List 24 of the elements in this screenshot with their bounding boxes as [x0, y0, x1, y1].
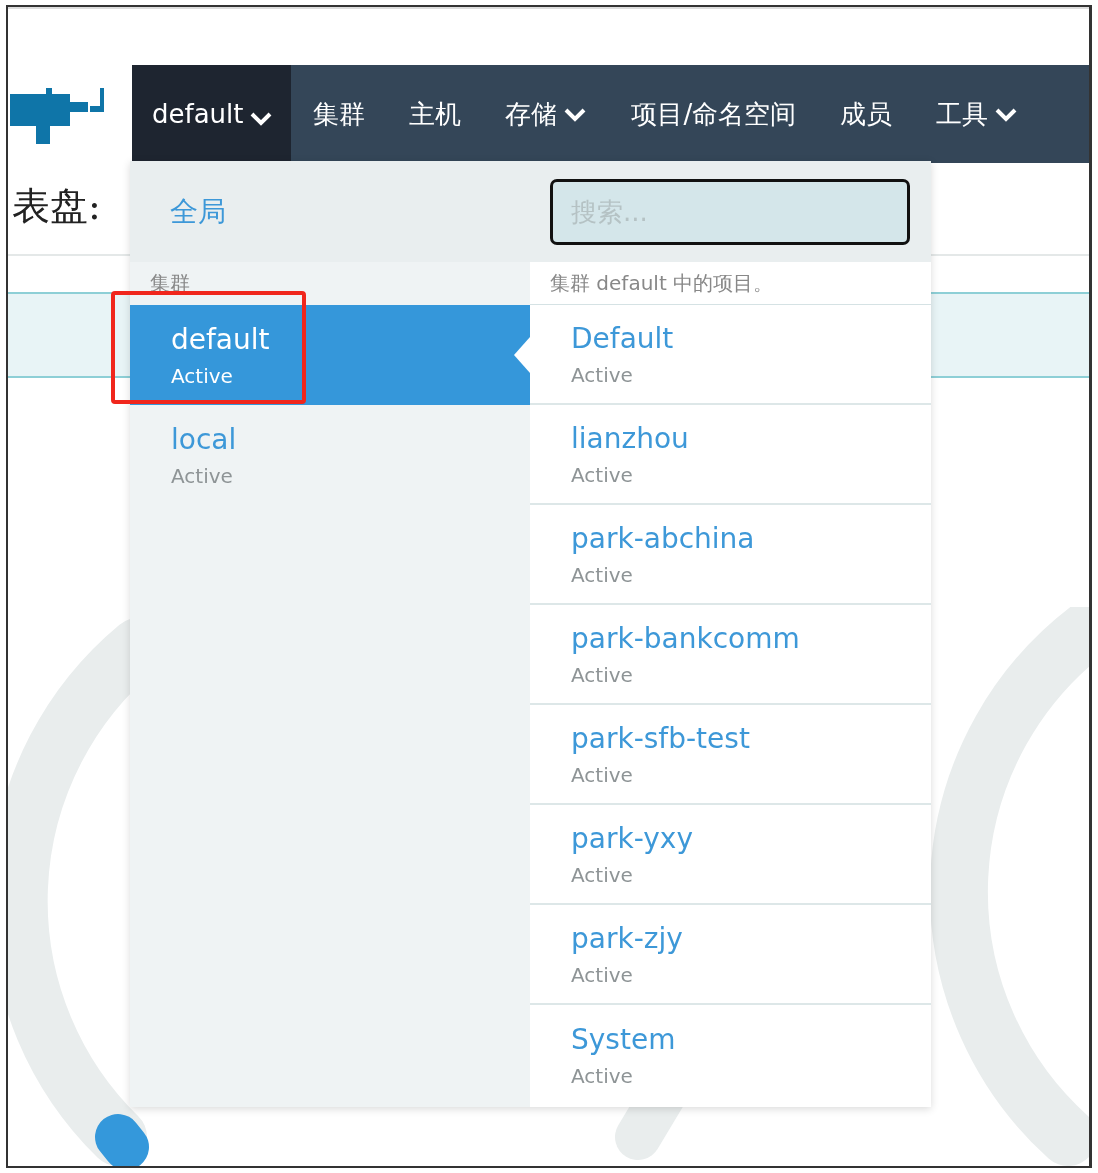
caret-icon	[994, 106, 1019, 122]
cluster-item[interactable]: local Active	[130, 405, 530, 505]
cluster-switcher[interactable]: default	[132, 65, 292, 163]
project-item[interactable]: System Active	[530, 1005, 931, 1105]
project-item[interactable]: Default Active	[530, 305, 931, 405]
caret-icon	[249, 110, 274, 126]
project-item[interactable]: park-yxy Active	[530, 805, 931, 905]
page-heading: 表盘:	[12, 183, 101, 230]
global-link[interactable]: 全局	[130, 192, 226, 231]
nav-item[interactable]: 工具	[914, 65, 1041, 163]
cluster-item[interactable]: default Active	[130, 305, 530, 405]
section-label: 集群 default 中的项目。	[530, 262, 931, 305]
nav-item[interactable]: 项目/命名空间	[609, 65, 819, 163]
nav-item[interactable]: 集群	[291, 65, 388, 163]
nav-item[interactable]: 存储	[483, 65, 610, 163]
project-item[interactable]: lianzhou Active	[530, 405, 931, 505]
project-item[interactable]: park-zjy Active	[530, 905, 931, 1005]
section-label: 集群	[149, 270, 191, 297]
nav-item[interactable]: 主机	[387, 65, 484, 163]
caret-icon	[563, 106, 588, 122]
project-item[interactable]: park-sfb-test Active	[530, 705, 931, 805]
project-item[interactable]: park-bankcomm Active	[530, 605, 931, 705]
nav-item[interactable]: 成员	[818, 65, 915, 163]
project-item[interactable]: park-abchina Active	[530, 505, 931, 605]
